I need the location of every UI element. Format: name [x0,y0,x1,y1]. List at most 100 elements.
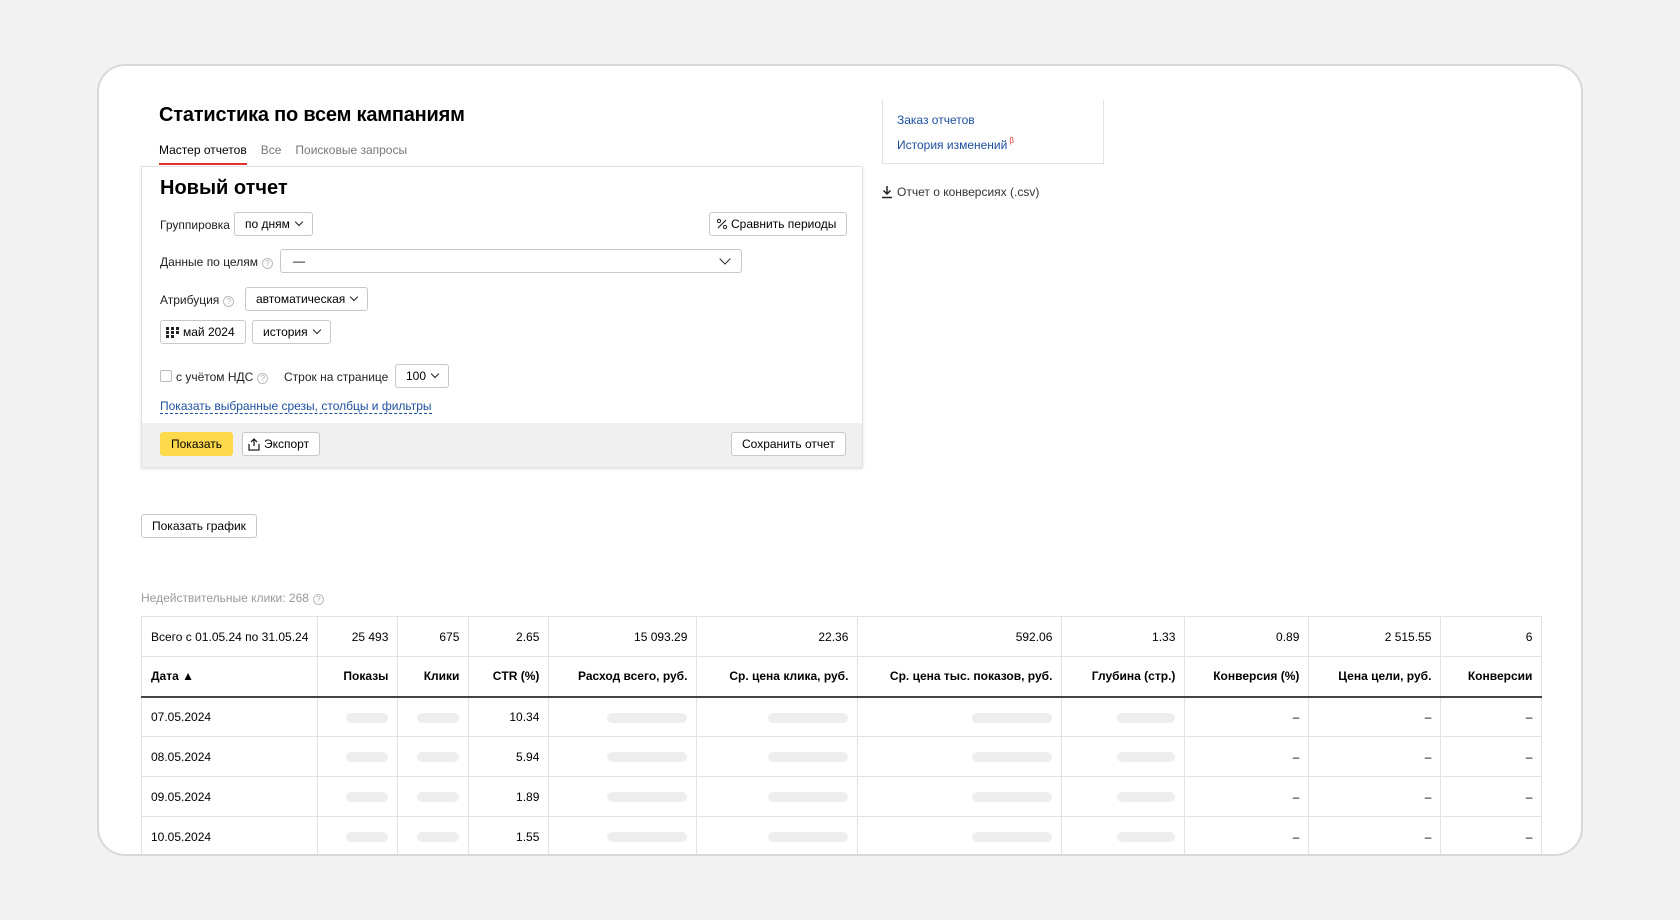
show-selected-link[interactable]: Показать выбранные срезы, столбцы и филь… [160,400,432,414]
row-conversion-rate: – [1184,696,1310,737]
placeholder-cell [857,816,1063,854]
row-ctr: 5.94 [468,736,550,777]
history-value: история [263,325,308,339]
show-button[interactable]: Показать [160,432,234,456]
total-avg-cpm: 592.06 [857,616,1063,657]
export-label: Экспорт [264,437,310,451]
col-conversions[interactable]: Конверсии [1440,656,1543,698]
history-select[interactable]: история [252,320,331,344]
row-goal-price: – [1308,736,1442,777]
tab-all[interactable]: Все [261,143,282,165]
col-avg-cpm[interactable]: Ср. цена тыс. показов, руб. [857,656,1063,698]
attribution-select[interactable]: автоматическая [245,287,369,311]
page-title: Статистика по всем кампаниям [159,104,465,126]
placeholder-cell [857,696,1063,737]
placeholder-cell [548,776,698,817]
help-icon[interactable]: ? [312,594,324,605]
invalid-clicks-text: Недействительные клики: 268 [141,591,309,605]
placeholder-cell [317,736,399,777]
total-ctr: 2.65 [468,616,550,657]
row-goal-price: – [1308,816,1442,854]
grouping-select[interactable]: по дням [234,212,313,236]
tabs: Мастер отчетов Все Поисковые запросы [159,143,407,165]
placeholder-cell [397,816,470,854]
col-ctr[interactable]: CTR (%) [468,656,550,698]
change-history-link[interactable]: История изменений β [897,136,1014,152]
placeholder-cell [317,696,399,737]
compare-periods-button[interactable]: Сравнить периоды [709,212,848,236]
vat-checkbox[interactable] [160,370,172,382]
total-goal-price: 2 515.55 [1308,616,1442,657]
placeholder-cell [857,776,1063,817]
grouping-value: по дням [245,217,290,231]
placeholder-cell [317,816,399,854]
row-date: 10.05.2024 [140,816,319,854]
row-date: 09.05.2024 [140,776,319,817]
col-clicks[interactable]: Клики [397,656,470,698]
table-row: 10.05.2024 1.55 – – – [140,816,1543,854]
col-date[interactable]: Дата ▲ [140,656,319,698]
attribution-label: Атрибуция? [160,293,235,307]
period-picker[interactable]: май 2024 [160,320,246,344]
row-date: 07.05.2024 [140,696,319,737]
placeholder-cell [1061,736,1186,777]
col-avg-cpc[interactable]: Ср. цена клика, руб. [696,656,859,698]
conversion-report-download[interactable]: Отчет о конверсиях (.csv) [881,185,1039,199]
total-conversion-rate: 0.89 [1184,616,1310,657]
rows-per-page-select[interactable]: 100 [395,364,450,388]
total-conversions: 6 [1440,616,1543,657]
row-ctr: 1.89 [468,776,550,817]
col-spend[interactable]: Расход всего, руб. [548,656,698,698]
row-ctr: 10.34 [468,696,550,737]
tab-report-master[interactable]: Мастер отчетов [159,143,247,165]
total-clicks: 675 [397,616,470,657]
placeholder-cell [857,736,1063,777]
compare-periods-label: Сравнить периоды [731,217,837,231]
attribution-label-text: Атрибуция [160,293,220,307]
row-goal-price: – [1308,696,1442,737]
col-conversion-rate[interactable]: Конверсия (%) [1184,656,1310,698]
col-impressions[interactable]: Показы [317,656,399,698]
placeholder-cell [696,696,859,737]
goals-select[interactable]: — [280,249,742,273]
help-icon[interactable]: ? [223,296,235,307]
stats-table: Всего с 01.05.24 по 31.05.24 25 493 675 … [140,616,1543,854]
col-goal-price[interactable]: Цена цели, руб. [1308,656,1442,698]
save-report-button[interactable]: Сохранить отчет [731,432,846,456]
total-avg-cpc: 22.36 [696,616,859,657]
chevron-down-icon [294,217,304,227]
placeholder-cell [696,776,859,817]
goals-label: Данные по целям? [160,255,273,269]
rows-per-page-value: 100 [406,369,427,383]
download-icon [882,186,892,199]
row-conversions: – [1440,816,1543,854]
table-row: 09.05.2024 1.89 – – – [140,776,1543,817]
change-history-text: История изменений [897,138,1008,152]
table-row: 07.05.2024 10.34 – – – [140,696,1543,737]
placeholder-cell [397,736,470,777]
placeholder-cell [548,816,698,854]
placeholder-cell [1061,696,1186,737]
placeholder-cell [548,696,698,737]
app-window: Статистика по всем кампаниям Мастер отче… [97,64,1583,856]
report-panel: Новый отчет Группировка по дням Сравнить… [141,166,863,468]
placeholder-cell [397,776,470,817]
order-reports-link[interactable]: Заказ отчетов [897,113,975,127]
placeholder-cell [1061,816,1186,854]
chevron-down-icon [430,369,440,379]
placeholder-cell [696,736,859,777]
placeholder-cell [397,696,470,737]
help-icon[interactable]: ? [261,258,273,269]
help-icon[interactable]: ? [257,373,269,384]
row-conversions: – [1440,696,1543,737]
export-button[interactable]: Экспорт [242,432,321,456]
col-depth[interactable]: Глубина (стр.) [1061,656,1186,698]
vat-label: с учётом НДС? [176,370,269,384]
table-row: 08.05.2024 5.94 – – – [140,736,1543,777]
goals-value: — [293,254,305,268]
rows-per-page-label: Строк на странице [284,370,389,384]
total-spend: 15 093.29 [548,616,698,657]
show-chart-button[interactable]: Показать график [141,514,257,538]
tab-search-queries[interactable]: Поисковые запросы [295,143,407,165]
row-conversion-rate: – [1184,776,1310,817]
